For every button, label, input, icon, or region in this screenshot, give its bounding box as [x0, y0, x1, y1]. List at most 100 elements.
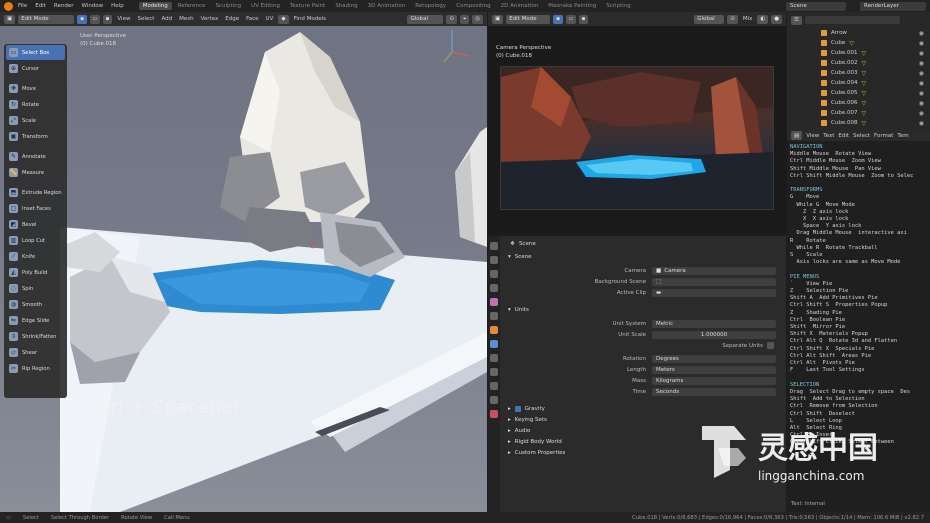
tool-properties-icon[interactable]: [490, 242, 498, 250]
tool-smooth[interactable]: ◍ Smooth: [6, 297, 65, 312]
viewport-menu-view[interactable]: View: [115, 16, 132, 22]
camera-face-select-icon[interactable]: ▪: [578, 14, 589, 24]
menu-file[interactable]: File: [15, 3, 30, 9]
find-models-button[interactable]: Find Models: [292, 16, 328, 22]
material-properties-icon[interactable]: [490, 410, 498, 418]
particles-properties-icon[interactable]: [490, 354, 498, 362]
workspace-tab-painting[interactable]: Masnake Painting: [544, 2, 600, 10]
outliner-item[interactable]: Cube.002 ▽ ◉: [787, 58, 930, 68]
text-menu-view[interactable]: View: [806, 133, 819, 139]
outliner-item[interactable]: Cube.003 ▽ ◉: [787, 68, 930, 78]
tool-annotate[interactable]: ✎ Annotate: [6, 149, 65, 164]
tool-cursor[interactable]: ⊕ Cursor: [6, 61, 65, 76]
tool-rotate[interactable]: ↻ Rotate: [6, 97, 65, 112]
scene-panel-header[interactable]: ▾ Scene: [502, 251, 786, 262]
rotation-select[interactable]: Degrees: [652, 354, 776, 363]
outliner-item[interactable]: Cube ▽ ◉: [787, 38, 930, 48]
workspace-tab-2d-animation[interactable]: 2D Animation: [497, 2, 543, 10]
outliner-item[interactable]: Cube.005 ▽ ◉: [787, 88, 930, 98]
tool-edge-slide[interactable]: ⇋ Edge Slide: [6, 313, 65, 328]
workspace-tab-3d-animation[interactable]: 3D Animation: [364, 2, 410, 10]
outliner-item[interactable]: Cube.008 ▽ ◉: [787, 118, 930, 128]
workspace-tab-compositing[interactable]: Compositing: [452, 2, 494, 10]
tool-bevel[interactable]: ◩ Bevel: [6, 217, 65, 232]
camera-pivot-icon[interactable]: ⊙: [727, 14, 738, 24]
tool-loop-cut[interactable]: ▥ Loop Cut: [6, 233, 65, 248]
text-menu-text[interactable]: Text: [823, 133, 834, 139]
viewport-menu-uv[interactable]: UV: [264, 16, 276, 22]
time-select[interactable]: Seconds: [652, 387, 776, 396]
outliner-item[interactable]: Cube.006 ▽ ◉: [787, 98, 930, 108]
text-menu-select[interactable]: Select: [853, 133, 870, 139]
eye-icon[interactable]: ◉: [919, 90, 924, 97]
menu-render[interactable]: Render: [51, 3, 77, 9]
tool-move[interactable]: ✥ Move: [6, 81, 65, 96]
mass-select[interactable]: Kilograms: [652, 376, 776, 385]
tool-measure[interactable]: 📏 Measure: [6, 165, 65, 180]
workspace-tab-retopology[interactable]: Retopology: [411, 2, 450, 10]
outliner-item[interactable]: Arrow ◉: [787, 28, 930, 38]
camera-viewport[interactable]: ▣ Edit Mode ▪ ▫ ▪ Global ⊙ Mix ◐ ● Camer…: [488, 12, 786, 234]
camera-mix-selector[interactable]: Mix: [741, 16, 755, 22]
tool-rip-region[interactable]: ✂ Rip Region: [6, 361, 65, 376]
tool-transform[interactable]: ▣ Transform: [6, 129, 65, 144]
transform-orientation-selector[interactable]: Global: [407, 14, 444, 24]
workspace-tab-shading[interactable]: Shading: [331, 2, 361, 10]
vertex-select-icon[interactable]: ▪: [77, 14, 87, 24]
camera-edge-select-icon[interactable]: ▫: [565, 14, 576, 24]
modifier-properties-icon[interactable]: [490, 340, 498, 348]
eye-icon[interactable]: ◉: [919, 110, 924, 117]
outliner-search-input[interactable]: [804, 16, 900, 24]
eye-icon[interactable]: ◉: [919, 50, 924, 57]
data-properties-icon[interactable]: [490, 396, 498, 404]
camera-shading-icon[interactable]: ●: [771, 14, 782, 24]
camera-orientation-selector[interactable]: Global: [694, 14, 725, 24]
viewport-menu-add[interactable]: Add: [159, 16, 174, 22]
tool-inset-faces[interactable]: ▢ Inset Faces: [6, 201, 65, 216]
outliner-item[interactable]: Cube.007 ▽ ◉: [787, 108, 930, 118]
tool-poly-build[interactable]: ◭ Poly Build: [6, 265, 65, 280]
workspace-tab-scripting[interactable]: Scripting: [602, 2, 634, 10]
gravity-panel-header[interactable]: ▸ Gravity: [502, 403, 786, 414]
camera-overlay-icon[interactable]: ◐: [757, 14, 769, 24]
tool-shear[interactable]: ▱ Shear: [6, 345, 65, 360]
eye-icon[interactable]: ◉: [919, 70, 924, 77]
unit-scale-input[interactable]: 1.000000: [652, 330, 776, 339]
mode-selector[interactable]: Edit Mode: [18, 14, 75, 24]
object-properties-icon[interactable]: [490, 326, 498, 334]
physics-properties-icon[interactable]: [490, 368, 498, 376]
render-properties-icon[interactable]: [490, 256, 498, 264]
pivot-icon[interactable]: ⊙: [446, 14, 458, 24]
camera-editor-type-button[interactable]: ▣: [492, 14, 504, 24]
eye-icon[interactable]: ◉: [919, 120, 924, 127]
outliner-item[interactable]: Cube.001 ▽ ◉: [787, 48, 930, 58]
text-editor-type-button[interactable]: ▤: [791, 131, 803, 140]
viewport-menu-edge[interactable]: Edge: [223, 16, 241, 22]
menu-help[interactable]: Help: [108, 3, 127, 9]
camera-field[interactable]: ■ Camera: [652, 266, 776, 275]
workspace-tab-uv-editing[interactable]: UV Editing: [247, 2, 284, 10]
workspace-tab-reference[interactable]: Reference: [174, 2, 210, 10]
menu-edit[interactable]: Edit: [32, 3, 49, 9]
blender-logo-icon[interactable]: [4, 1, 13, 11]
units-panel-header[interactable]: ▾ Units: [502, 304, 786, 315]
viewport-menu-face[interactable]: Face: [244, 16, 260, 22]
tool-select-box[interactable]: ▭ Select Box: [6, 45, 65, 60]
text-menu-format[interactable]: Format: [874, 133, 893, 139]
text-menu-edit[interactable]: Edit: [838, 133, 849, 139]
text-menu-templates[interactable]: Tem: [897, 133, 908, 139]
face-select-icon[interactable]: ▪: [102, 14, 113, 24]
world-properties-icon[interactable]: [490, 312, 498, 320]
tool-scale[interactable]: ⤢ Scale: [6, 113, 65, 128]
eye-icon[interactable]: ◉: [919, 60, 924, 67]
3d-viewport[interactable]: ▣ Edit Mode ▪ ▫ ▪ View Select Add Mesh V…: [0, 12, 487, 512]
workspace-tab-texture-paint[interactable]: Texture Paint: [286, 2, 330, 10]
view-layer-selector[interactable]: RenderLayer: [860, 1, 926, 11]
view-layer-icon[interactable]: [490, 284, 498, 292]
outliner-item[interactable]: Cube.004 ▽ ◉: [787, 78, 930, 88]
viewport-menu-select[interactable]: Select: [135, 16, 156, 22]
tool-extrude-region[interactable]: ⬒ Extrude Region: [6, 185, 65, 200]
scene-properties-icon[interactable]: [490, 298, 498, 306]
eye-icon[interactable]: ◉: [919, 40, 924, 47]
viewport-menu-mesh[interactable]: Mesh: [177, 16, 195, 22]
